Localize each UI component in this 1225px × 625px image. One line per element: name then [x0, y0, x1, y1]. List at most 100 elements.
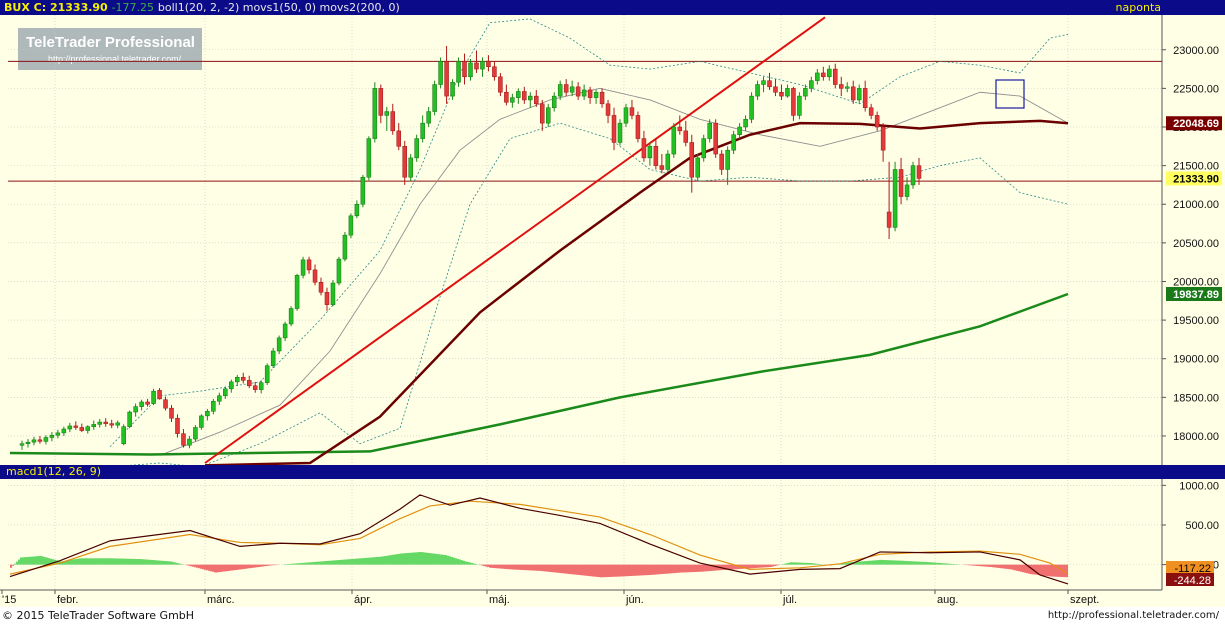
macd-histogram-bar: [530, 564, 532, 571]
macd-histogram-bar: [172, 561, 174, 565]
chart-svg[interactable]: TeleTrader Professional http://profession…: [0, 0, 1225, 625]
candle-body: [557, 84, 563, 97]
macd-histogram-bar: [10, 564, 12, 568]
footer-url[interactable]: http://professional.teletrader.com/: [1048, 610, 1219, 621]
macd-histogram-bar: [490, 564, 492, 568]
macd-histogram-bar: [412, 552, 414, 565]
macd-histogram-bar: [506, 564, 508, 570]
macd-histogram-bar: [418, 552, 420, 565]
candle: [294, 273, 300, 311]
macd-histogram-bar: [804, 562, 806, 565]
candle-body: [127, 411, 132, 427]
macd-histogram-bar: [678, 564, 680, 573]
macd-histogram-bar: [304, 562, 306, 565]
candle-body: [288, 308, 294, 325]
candle-body: [737, 126, 742, 135]
macd-histogram-bar: [874, 560, 876, 565]
macd-histogram-bar: [366, 557, 368, 565]
macd-histogram-bar: [449, 556, 451, 565]
macd-histogram-bar: [178, 563, 180, 565]
macd-histogram-bar: [382, 556, 384, 565]
macd-histogram-bar: [262, 564, 264, 567]
candle-body: [163, 399, 168, 409]
candle-body: [414, 138, 419, 159]
macd-histogram-bar: [928, 562, 930, 565]
candle-body: [199, 415, 204, 428]
macd-histogram-bar: [156, 560, 158, 565]
macd-histogram-bar: [604, 564, 606, 578]
macd-histogram-bar: [76, 558, 78, 565]
candle-body: [862, 88, 868, 108]
price-tick-label: 22500.00: [1173, 83, 1219, 95]
macd-histogram-bar: [672, 564, 674, 574]
macd-histogram-bar: [404, 553, 406, 565]
macd-histogram-bar: [812, 563, 814, 565]
macd-histogram-bar: [900, 560, 902, 565]
macd-histogram-bar: [642, 564, 644, 576]
candle: [456, 57, 461, 87]
macd-histogram-bar: [46, 557, 48, 565]
macd-histogram-bar: [176, 562, 178, 565]
candle-body: [354, 203, 360, 217]
macd-histogram-bar: [186, 564, 188, 566]
macd-histogram-bar: [682, 564, 684, 573]
macd-histogram-bar: [948, 563, 950, 565]
candle-body: [264, 365, 270, 383]
macd-histogram-bar: [616, 564, 618, 577]
macd-histogram-bar: [225, 564, 227, 572]
macd-histogram-bar: [252, 564, 254, 568]
macd-histogram-bar: [644, 564, 646, 576]
macd-histogram-bar: [692, 564, 694, 573]
macd-histogram-bar: [84, 558, 86, 565]
macd-histogram-bar: [866, 560, 868, 565]
macd-histogram-bar: [148, 559, 150, 565]
macd-tick-label: 1000.00: [1179, 480, 1219, 492]
macd-histogram-bar: [20, 557, 22, 565]
candle-body: [910, 165, 916, 186]
macd-histogram-bar: [498, 564, 500, 569]
macd-histogram-bar: [730, 564, 732, 570]
macd-histogram-bar: [1042, 564, 1044, 576]
candle-body: [677, 126, 683, 132]
macd-histogram-bar: [180, 563, 182, 565]
candle-body: [115, 422, 120, 426]
macd-histogram-bar: [910, 561, 912, 565]
macd-histogram-bar: [410, 552, 412, 565]
macd-histogram-bar: [344, 559, 346, 565]
macd-histogram-bar: [878, 560, 880, 565]
candle-body: [492, 66, 497, 78]
macd-histogram-bar: [248, 564, 250, 569]
macd-histogram-bar: [322, 561, 324, 565]
macd-histogram-bar: [602, 564, 604, 578]
macd-histogram-bar: [467, 561, 469, 565]
candle-body: [563, 84, 569, 93]
macd-histogram-bar: [864, 561, 866, 565]
candle-body: [575, 86, 581, 97]
macd-histogram-bar: [606, 564, 608, 578]
macd-histogram-bar: [888, 560, 890, 565]
macd-histogram-bar: [792, 562, 794, 565]
macd-histogram-bar: [788, 562, 790, 565]
candle-body: [827, 68, 832, 78]
macd-histogram-bar: [212, 564, 214, 572]
macd-histogram-bar: [794, 562, 796, 565]
macd-histogram-bar: [974, 564, 976, 566]
macd-histogram-bar: [572, 564, 574, 575]
macd-histogram-bar: [908, 561, 910, 565]
macd-histogram-bar: [170, 561, 172, 565]
macd-histogram-bar: [114, 558, 116, 565]
macd-histogram-bar: [784, 563, 786, 565]
macd-histogram-bar: [938, 562, 940, 565]
candle-body: [587, 89, 593, 98]
macd-histogram-bar: [422, 552, 424, 565]
macd-histogram-bar: [134, 558, 136, 565]
candle-body: [683, 130, 689, 143]
candle-body: [833, 68, 838, 85]
macd-label: macd1(12, 26, 9): [6, 465, 102, 478]
macd-histogram-bar: [374, 557, 376, 565]
macd-histogram-bar: [988, 564, 990, 567]
candle-body: [659, 165, 665, 170]
macd-histogram-bar: [618, 564, 620, 577]
candle-body: [755, 84, 760, 97]
price-tick-label: 20000.00: [1173, 276, 1219, 288]
